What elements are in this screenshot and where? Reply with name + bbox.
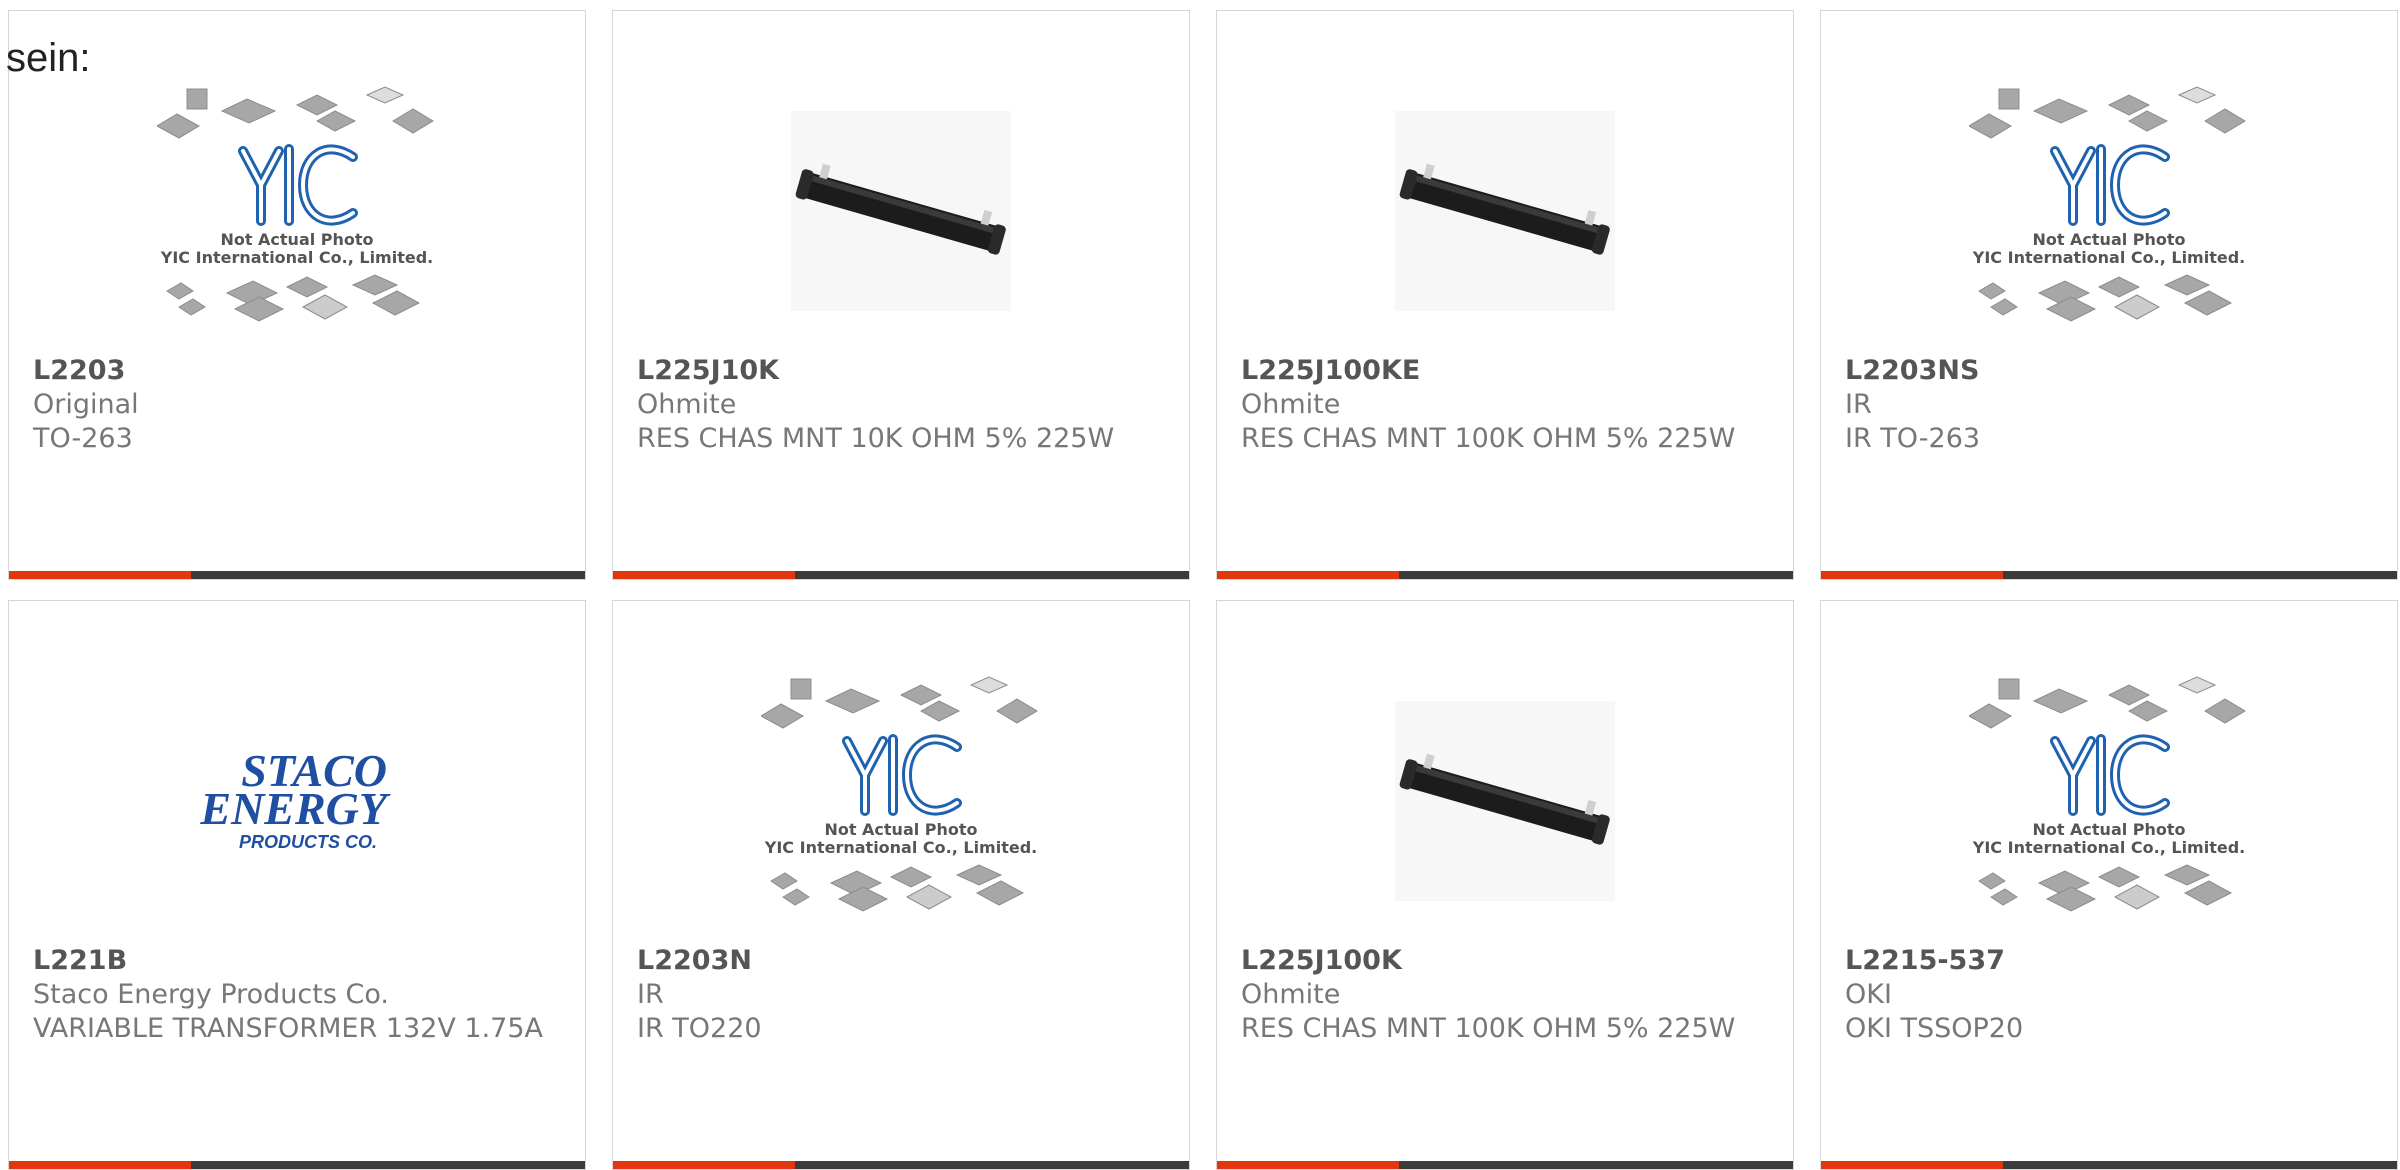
product-thumbnail[interactable]: Not Actual Photo YIC International Co., … [157, 71, 437, 351]
card-bottom-bar [613, 571, 1189, 579]
product-image: STACO ENERGY PRODUCTS CO. [199, 746, 390, 852]
card-accent-bar [9, 571, 191, 579]
product-card[interactable]: STACO ENERGY PRODUCTS CO. L221B Staco Ene… [8, 600, 586, 1170]
product-image [791, 111, 1011, 311]
staco-line3: PRODUCTS CO. [239, 832, 377, 852]
product-card[interactable]: Not Actual Photo YIC International Co., … [612, 600, 1190, 1170]
product-card[interactable]: Not Actual Photo YIC International Co., … [8, 10, 586, 580]
brand-name: Ohmite [1241, 979, 1341, 1010]
card-bottom-bar [1821, 571, 2397, 579]
product-info: L2215-537 OKI OKI TSSOP20 [1845, 944, 2373, 1046]
card-bottom-bar [1217, 571, 1793, 579]
product-description: OKI TSSOP20 [1845, 1013, 2024, 1044]
card-accent-bar [613, 1161, 795, 1169]
part-number[interactable]: L225J10K [637, 354, 1165, 388]
card-bottom-bar [9, 571, 585, 579]
brand-name: Original [33, 389, 139, 420]
product-card[interactable]: Not Actual Photo YIC International Co., … [1820, 10, 2398, 580]
intro-text: sein: [6, 36, 91, 80]
product-description: RES CHAS MNT 10K OHM 5% 225W [637, 423, 1115, 454]
product-thumbnail[interactable]: Not Actual Photo YIC International Co., … [1969, 71, 2249, 351]
yic-caption-1: Not Actual Photo [220, 230, 373, 249]
product-description: VARIABLE TRANSFORMER 132V 1.75A [33, 1013, 543, 1044]
product-info: L2203NS IR IR TO-263 [1845, 354, 2373, 456]
product-info: L2203N IR IR TO220 [637, 944, 1165, 1046]
brand-name: OKI [1845, 979, 1892, 1010]
product-info: L2203 Original TO-263 [33, 354, 561, 456]
product-thumbnail[interactable]: Not Actual Photo YIC International Co., … [761, 661, 1041, 941]
card-accent-bar [1217, 571, 1399, 579]
product-image: Not Actual Photo YIC International Co., … [1969, 86, 2246, 322]
card-accent-bar [1821, 571, 2003, 579]
yic-caption-1: Not Actual Photo [2032, 820, 2185, 839]
product-thumbnail[interactable]: STACO ENERGY PRODUCTS CO. [157, 661, 437, 941]
product-card[interactable]: Not Actual Photo YIC International Co., … [1820, 600, 2398, 1170]
product-description: IR TO-263 [1845, 423, 1981, 454]
part-number[interactable]: L2203NS [1845, 354, 2373, 388]
product-description: TO-263 [33, 423, 133, 454]
product-card[interactable]: L225J100KE Ohmite RES CHAS MNT 100K OHM 5%… [1216, 10, 1794, 580]
staco-line2: ENERGY [199, 783, 390, 834]
product-description: RES CHAS MNT 100K OHM 5% 225W [1241, 423, 1736, 454]
card-accent-bar [9, 1161, 191, 1169]
product-image: Not Actual Photo YIC International Co., … [761, 676, 1038, 912]
brand-name: Staco Energy Products Co. [33, 979, 389, 1010]
brand-name: Ohmite [637, 389, 737, 420]
product-thumbnail[interactable] [1365, 661, 1645, 941]
part-number[interactable]: L225J100KE [1241, 354, 1769, 388]
product-image: Not Actual Photo YIC International Co., … [1969, 676, 2246, 912]
card-bottom-bar [9, 1161, 585, 1169]
product-description: IR TO220 [637, 1013, 762, 1044]
product-image [1395, 701, 1615, 901]
product-thumbnail[interactable] [1365, 71, 1645, 351]
part-number[interactable]: L225J100K [1241, 944, 1769, 978]
part-number[interactable]: L2203 [33, 354, 561, 388]
yic-caption-1: Not Actual Photo [2032, 230, 2185, 249]
card-bottom-bar [613, 1161, 1189, 1169]
product-card[interactable]: L225J10K Ohmite RES CHAS MNT 10K OHM 5% 22… [612, 10, 1190, 580]
product-description: RES CHAS MNT 100K OHM 5% 225W [1241, 1013, 1736, 1044]
yic-caption-1: Not Actual Photo [824, 820, 977, 839]
card-accent-bar [613, 571, 795, 579]
card-bottom-bar [1821, 1161, 2397, 1169]
yic-caption-2: YIC International Co., Limited. [1972, 838, 2245, 857]
product-image [1395, 111, 1615, 311]
part-number[interactable]: L2215-537 [1845, 944, 2373, 978]
card-accent-bar [1217, 1161, 1399, 1169]
brand-name: Ohmite [1241, 389, 1341, 420]
product-card[interactable]: L225J100K Ohmite RES CHAS MNT 100K OHM 5% … [1216, 600, 1794, 1170]
part-number[interactable]: L221B [33, 944, 561, 978]
card-bottom-bar [1217, 1161, 1793, 1169]
yic-caption-2: YIC International Co., Limited. [764, 838, 1037, 857]
product-thumbnail[interactable]: Not Actual Photo YIC International Co., … [1969, 661, 2249, 941]
product-image: Not Actual Photo YIC International Co., … [157, 86, 434, 322]
part-number[interactable]: L2203N [637, 944, 1165, 978]
card-accent-bar [1821, 1161, 2003, 1169]
product-info: L221B Staco Energy Products Co. VARIABLE T… [33, 944, 561, 1046]
product-thumbnail[interactable] [761, 71, 1041, 351]
brand-name: IR [1845, 389, 1872, 420]
product-info: L225J10K Ohmite RES CHAS MNT 10K OHM 5% 22… [637, 354, 1165, 456]
product-info: L225J100KE Ohmite RES CHAS MNT 100K OHM 5%… [1241, 354, 1769, 456]
brand-name: IR [637, 979, 664, 1010]
product-info: L225J100K Ohmite RES CHAS MNT 100K OHM 5% … [1241, 944, 1769, 1046]
yic-caption-2: YIC International Co., Limited. [160, 248, 433, 267]
yic-caption-2: YIC International Co., Limited. [1972, 248, 2245, 267]
